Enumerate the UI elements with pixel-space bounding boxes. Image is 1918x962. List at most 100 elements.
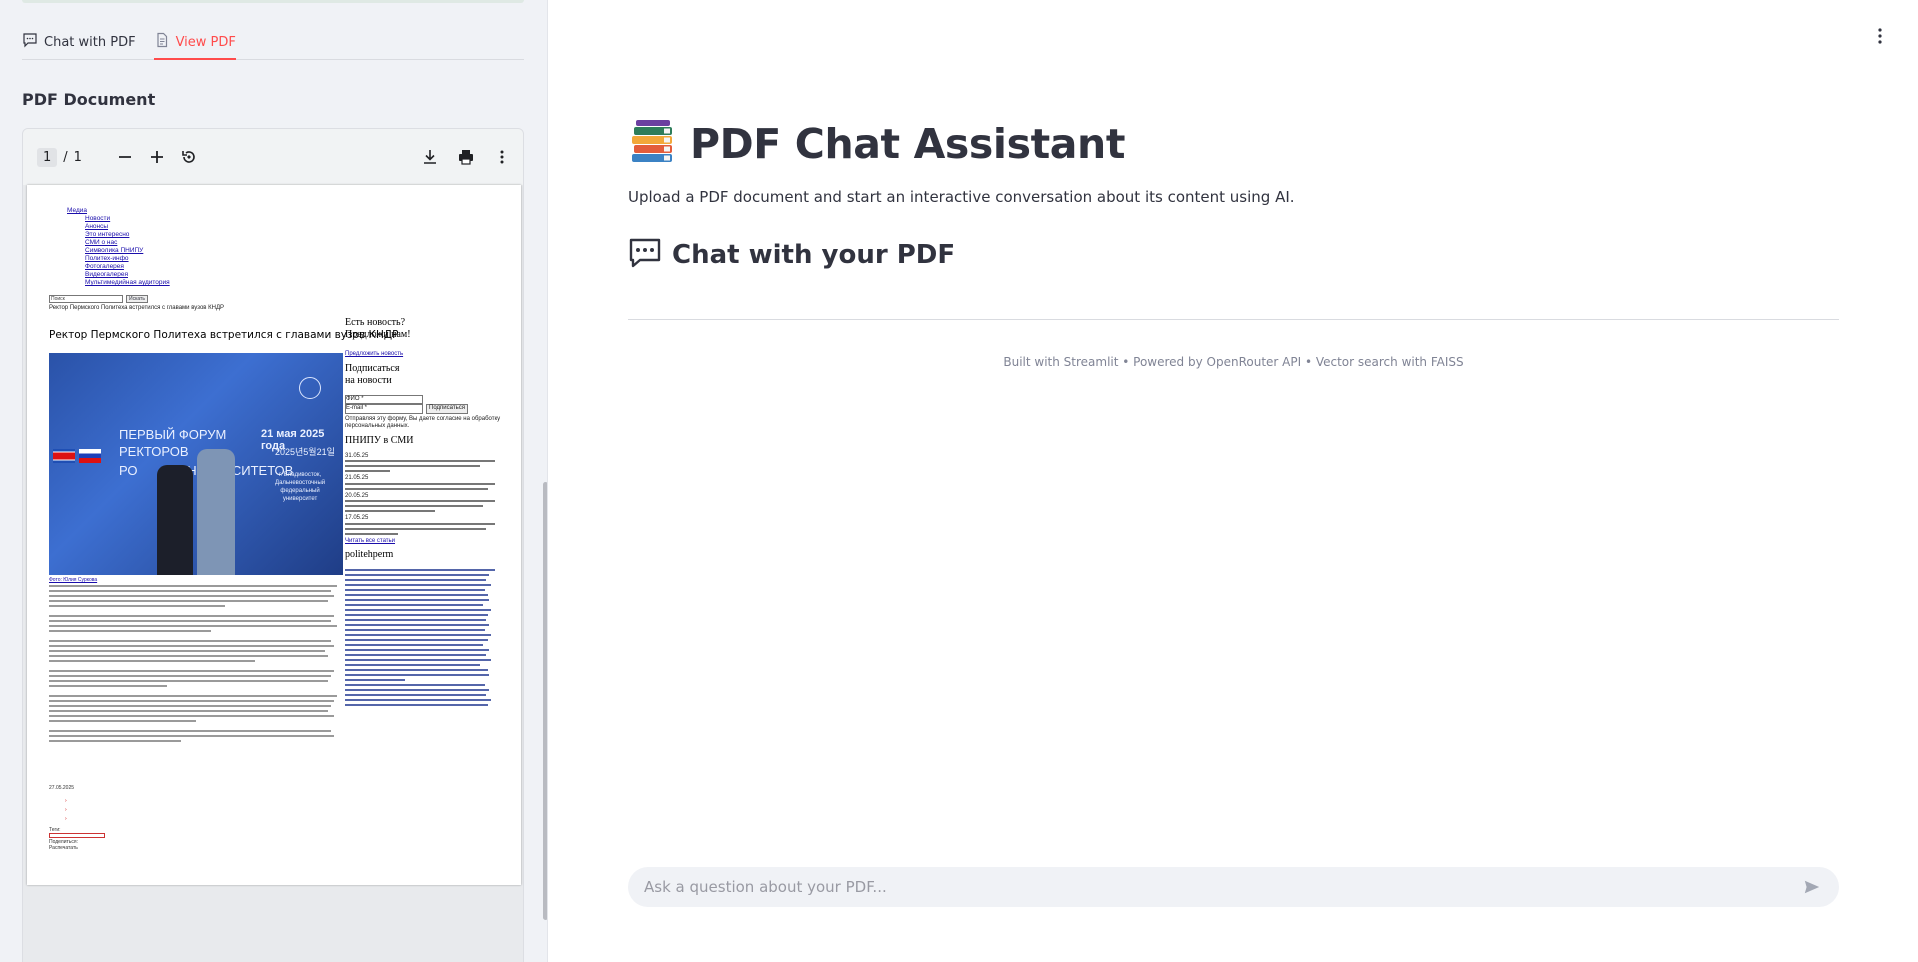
pdf-nav-item: Видеогалерея	[85, 271, 128, 278]
tab-chat-with-pdf[interactable]: Chat with PDF	[22, 26, 136, 58]
pdf-photo-caption-text: Фото: Юлия Суркова	[49, 577, 98, 583]
chat-input[interactable]	[644, 878, 1801, 896]
pdf-nav-item: Политех-инфо	[85, 255, 129, 262]
sidebar-tabs: Chat with PDF View PDF	[22, 26, 524, 60]
document-icon	[154, 32, 170, 52]
page-number-input[interactable]: 1	[37, 147, 58, 167]
download-icon	[424, 150, 436, 164]
more-vertical-icon	[500, 150, 504, 164]
pdf-print: Распечатать	[49, 845, 78, 851]
pdf-nav-item: Анонсы	[85, 223, 109, 230]
download-button[interactable]	[418, 145, 442, 169]
pdf-article-date: 27.05.2025	[49, 785, 75, 791]
pdf-consent: Отправляя эту форму, Вы даете согласие н…	[345, 415, 501, 430]
pdf-nav-item: Символика ПНИПУ	[85, 247, 144, 254]
pdf-right-question: Есть новость?	[345, 317, 406, 328]
app-subtitle: Upload a PDF document and start an inter…	[628, 188, 1295, 206]
pdf-viewer: 1 / 1 Медиа Новости Анонсы Это интересно…	[22, 128, 524, 962]
pdf-right-feed-lines	[345, 569, 495, 706]
pdf-viewer-toolbar: 1 / 1	[23, 129, 523, 185]
pdf-right-column: Есть новость? Предложи нам! Предложить н…	[345, 317, 510, 709]
pdf-nav-item: СМИ о нас	[85, 239, 118, 246]
pdf-right-date: 17.05.25	[345, 515, 369, 521]
pdf-nav-item: Это интересно	[85, 231, 130, 238]
pdf-subscribe-button: Подписаться	[426, 404, 468, 414]
pdf-bullets: › › ›	[65, 798, 67, 822]
tab-label: Chat with PDF	[44, 34, 136, 50]
rotate-icon	[182, 151, 195, 163]
divider	[628, 319, 1839, 320]
pdf-right-more: Читать все статьи	[345, 537, 396, 544]
photo-text: ПЕРВЫЙ ФОРУМ	[119, 427, 227, 442]
pdf-right-smi: ПНИПУ в СМИ	[345, 434, 414, 446]
footer-text: Built with Streamlit • Powered by OpenRo…	[1003, 355, 1464, 369]
pdf-nav-top: Медиа	[67, 207, 87, 214]
print-icon	[459, 150, 473, 165]
zoom-out-button[interactable]	[113, 145, 137, 169]
pdf-right-lines	[345, 522, 495, 535]
pdf-right-question: Предложи нам!	[345, 329, 411, 340]
pdf-right-lines	[345, 482, 495, 490]
flag-north-korea	[53, 449, 75, 463]
pdf-right-subscribe: Подписаться	[345, 362, 400, 374]
pdf-breadcrumb: Ректор Пермского Политеха встретился с г…	[49, 305, 225, 311]
pdf-right-subscribe: на новости	[345, 374, 392, 386]
sidebar: Chat with PDF View PDF PDF Document 1 / …	[0, 0, 548, 962]
pdf-search-row: Поиск Искать	[49, 295, 148, 303]
pdf-right-politeh: politehperm	[345, 549, 394, 560]
books-icon	[628, 118, 676, 170]
pdf-right-lines	[345, 460, 495, 472]
pdf-fio-field: ФИО *	[345, 394, 423, 404]
pdf-email-row: E-mail * Подписаться	[345, 404, 510, 414]
pdf-email-field: E-mail *	[345, 404, 423, 414]
page-total: 1	[73, 149, 82, 165]
page-title: PDF Chat Assistant	[628, 118, 1125, 170]
pdf-photo-caption: Фото: Юлия Суркова	[49, 577, 343, 583]
zoom-in-button[interactable]	[145, 145, 169, 169]
sidebar-top-strip	[22, 0, 524, 3]
emblem-icon	[299, 377, 321, 399]
print-button[interactable]	[454, 145, 478, 169]
chat-bubble-icon	[628, 238, 662, 272]
pdf-search-button: Искать	[126, 295, 148, 303]
flag-russia	[79, 449, 101, 463]
pdf-nav-item: Мультимедийная аудитория	[85, 279, 170, 286]
pdf-right-date: 20.05.25	[345, 492, 369, 499]
pdf-right-date: 21.05.25	[345, 475, 369, 481]
tab-view-pdf[interactable]: View PDF	[153, 26, 237, 60]
pdf-search-box: Поиск	[49, 295, 123, 303]
main-menu-button[interactable]	[1872, 24, 1888, 48]
minus-icon	[119, 156, 131, 158]
pdf-nav-list: Медиа Новости Анонсы Это интересно СМИ о…	[67, 207, 170, 287]
send-button[interactable]	[1801, 876, 1823, 898]
pdf-document-heading: PDF Document	[22, 90, 156, 109]
pdf-nav-item: Новости	[85, 215, 111, 222]
tab-label: View PDF	[175, 34, 236, 50]
send-icon	[1804, 880, 1820, 894]
pdf-body-text-block	[49, 585, 343, 745]
person-figure	[197, 449, 235, 575]
plus-icon	[151, 151, 163, 163]
photo-date-korean: 2025년5월21일	[275, 447, 335, 457]
pdf-tag-link	[49, 833, 105, 838]
pdf-page[interactable]: Медиа Новости Анонсы Это интересно СМИ о…	[27, 185, 521, 885]
chat-input-container	[628, 867, 1839, 907]
pdf-right-lines	[345, 500, 495, 512]
pdf-article-photo: ПЕРВЫЙ ФОРУМ РЕКТОРОВ РО УНИВЕРСИТЕТОВ 2…	[49, 353, 343, 575]
app-title: PDF Chat Assistant	[690, 120, 1126, 168]
section-title: Chat with your PDF	[628, 238, 955, 272]
sidebar-scrollbar[interactable]	[543, 482, 547, 920]
person-figure	[157, 465, 193, 575]
photo-text: РЕКТОРОВ	[119, 444, 189, 459]
photo-text: РО	[119, 463, 138, 478]
page-separator: /	[63, 149, 68, 165]
more-vertical-icon	[1878, 28, 1882, 44]
rotate-button[interactable]	[177, 145, 201, 169]
pdf-nav-item: Фотогалерея	[85, 263, 124, 270]
photo-city: г. Владивосток, Дальневосточный федераль…	[275, 472, 326, 502]
pdf-right-date: 31.05.25	[345, 452, 369, 459]
chat-icon	[22, 32, 38, 52]
viewer-more-button[interactable]	[490, 145, 514, 169]
pdf-right-suggest: Предложить новость	[345, 351, 404, 357]
section-heading: Chat with your PDF	[672, 240, 956, 270]
